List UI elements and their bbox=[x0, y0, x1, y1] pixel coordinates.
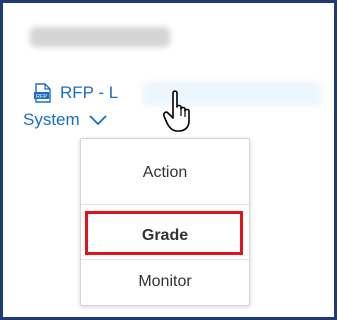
chevron-down-icon bbox=[89, 115, 107, 126]
menu-separator bbox=[81, 204, 249, 205]
screenshot-frame: RFP RFP - L System Action Grade Monitor bbox=[0, 0, 337, 320]
document-title-line2: System bbox=[23, 110, 80, 129]
redacted-user-name bbox=[30, 27, 170, 47]
title-dropdown-toggle[interactable]: System bbox=[23, 110, 108, 130]
actions-menu: Action Grade Monitor bbox=[80, 138, 250, 306]
rfp-document-icon: RFP bbox=[34, 83, 51, 103]
doc-icon-label: RFP bbox=[36, 94, 47, 100]
menu-item-monitor[interactable]: Monitor bbox=[81, 273, 249, 291]
menu-item-action[interactable]: Action bbox=[81, 164, 249, 182]
menu-separator bbox=[81, 259, 249, 260]
hand-pointer-icon bbox=[163, 90, 190, 132]
grade-highlight-box bbox=[85, 211, 243, 255]
document-title-link[interactable]: RFP - L bbox=[60, 83, 118, 103]
document-title-prefix: RFP - L bbox=[60, 83, 119, 102]
